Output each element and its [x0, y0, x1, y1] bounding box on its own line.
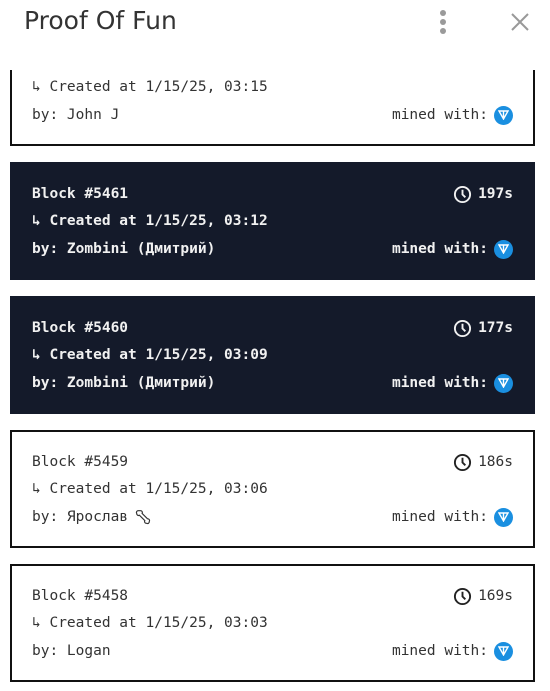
created-at: ↳ Created at 1/15/25, 03:12: [32, 213, 268, 229]
clock-icon: [454, 319, 472, 337]
created-at: ↳ Created at 1/15/25, 03:06: [32, 481, 268, 497]
block-number: Block #5460: [32, 320, 129, 336]
block-time: 186s: [478, 454, 513, 470]
ton-icon: [494, 105, 513, 125]
clock-icon: [454, 185, 472, 203]
block-number: Block #5459: [32, 454, 129, 470]
mined-with-label: mined with:: [391, 107, 488, 123]
block-time: 169s: [478, 588, 513, 604]
miner-name: by: John J: [32, 107, 120, 123]
block-card[interactable]: Block #5459 186s ↳ Created at 1/15/25, 0…: [10, 430, 535, 548]
page-title: Proof Of Fun: [24, 6, 177, 35]
miner-name: by: Logan: [32, 643, 111, 659]
created-at: ↳ Created at 1/15/25, 03:03: [32, 615, 268, 631]
mined-with-label: mined with:: [391, 375, 488, 391]
ton-icon: [494, 507, 513, 527]
block-card[interactable]: Block #5460 177s ↳ Created at 1/15/25, 0…: [10, 296, 535, 414]
header: Proof Of Fun: [0, 0, 550, 70]
block-header: Block #5458 169s: [32, 586, 513, 606]
created-at: ↳ Created at 1/15/25, 03:15: [32, 79, 268, 95]
mined-with-label: mined with:: [391, 509, 488, 525]
mined-with-label: mined with:: [391, 643, 488, 659]
mined-with-label: mined with:: [391, 241, 488, 257]
block-card[interactable]: Block #5458 169s ↳ Created at 1/15/25, 0…: [10, 564, 535, 682]
miner-name: by: Ярослав: [32, 509, 129, 525]
miner-name: by: Zombini (Дмитрий): [32, 375, 216, 391]
created-at: ↳ Created at 1/15/25, 03:09: [32, 347, 268, 363]
block-card[interactable]: ↳ Created at 1/15/25, 03:15 by: John J m…: [10, 70, 535, 146]
block-header: Block #5460 177s: [32, 318, 513, 338]
block-time: 177s: [478, 320, 513, 336]
clock-icon: [454, 587, 472, 605]
block-card[interactable]: Block #5461 197s ↳ Created at 1/15/25, 0…: [10, 162, 535, 280]
block-number: Block #5461: [32, 186, 129, 202]
block-header: Block #5459 186s: [32, 452, 513, 472]
ton-icon: [494, 641, 513, 661]
block-header: Block #5461 197s: [32, 184, 513, 204]
ton-icon: [494, 239, 513, 259]
bone-icon: [135, 510, 151, 525]
block-time: 197s: [478, 186, 513, 202]
block-list[interactable]: ↳ Created at 1/15/25, 03:15 by: John J m…: [0, 70, 550, 691]
ton-icon: [494, 373, 513, 393]
block-number: Block #5458: [32, 588, 129, 604]
clock-icon: [454, 453, 472, 471]
miner-name: by: Zombini (Дмитрий): [32, 241, 216, 257]
more-vertical-icon[interactable]: [436, 10, 450, 36]
close-icon[interactable]: [508, 10, 532, 34]
